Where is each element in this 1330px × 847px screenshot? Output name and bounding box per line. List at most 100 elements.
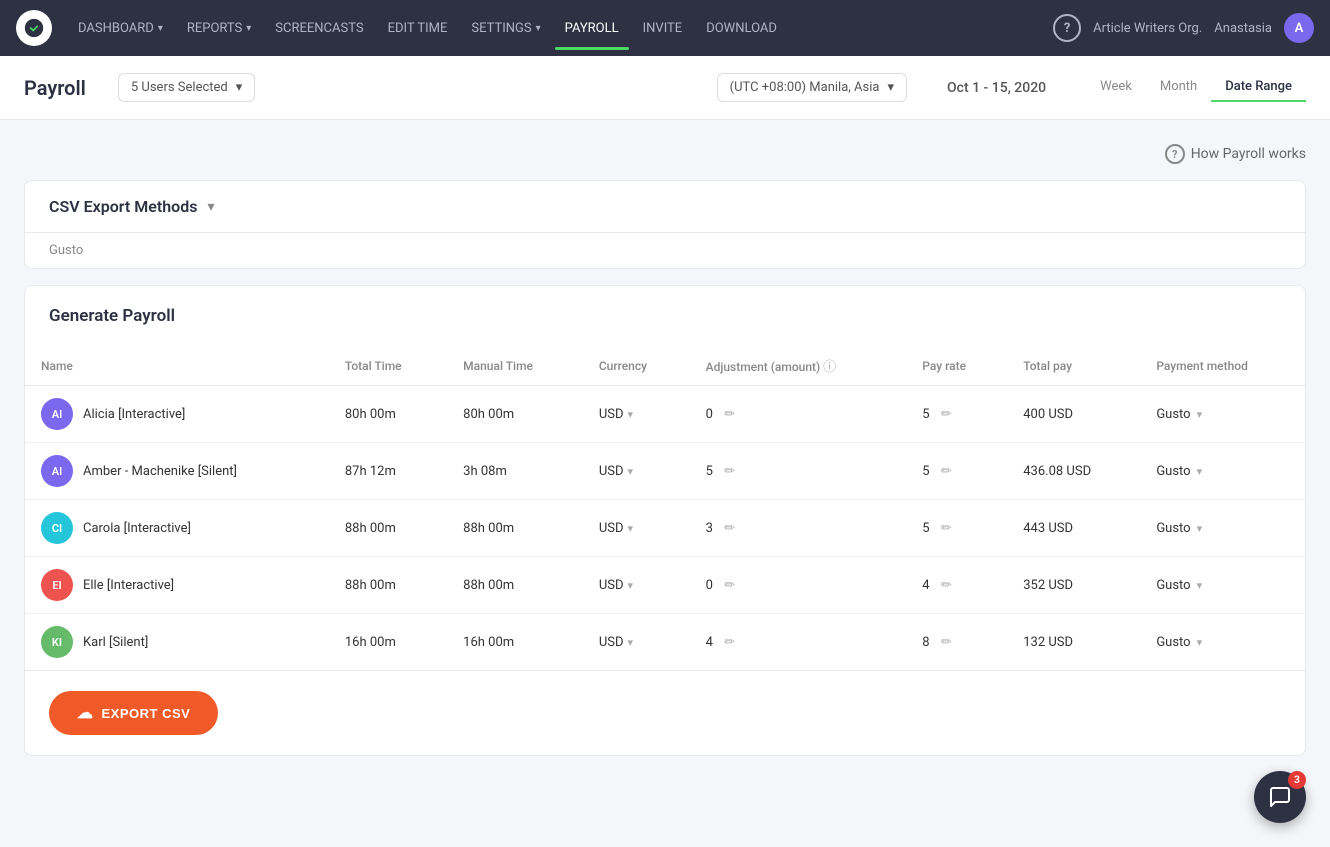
edit-icon[interactable]: ✏: [724, 635, 735, 650]
nav-item-download[interactable]: DOWNLOAD: [696, 15, 787, 42]
chevron-down-icon: ▾: [536, 23, 541, 34]
nav-item-screencasts[interactable]: SCREENCASTS: [265, 15, 373, 42]
nav-item-reports[interactable]: REPORTS ▾: [177, 15, 261, 42]
avatar: CI: [41, 512, 73, 544]
edit-icon[interactable]: ✏: [941, 578, 952, 593]
avatar: KI: [41, 626, 73, 658]
export-section: ☁ EXPORT CSV: [25, 670, 1305, 755]
csv-export-card: CSV Export Methods ▾ Gusto: [24, 180, 1306, 269]
chevron-down-icon: ▾: [1197, 522, 1203, 535]
col-manual-time: Manual Time: [447, 346, 583, 386]
avatar: EI: [41, 569, 73, 601]
chevron-down-icon: ▾: [628, 465, 634, 478]
user-cell-3: EI Elle [Interactive]: [25, 557, 329, 614]
nav-item-invite[interactable]: INVITE: [633, 15, 693, 42]
currency-cell-3[interactable]: USD ▾: [583, 557, 690, 614]
payment-method-cell-1[interactable]: Gusto ▾: [1140, 443, 1305, 500]
manual-time-0: 80h 00m: [447, 386, 583, 443]
csv-export-title: CSV Export Methods: [49, 197, 197, 216]
col-name: Name: [25, 346, 329, 386]
pay-rate-cell-4: 8 ✏: [906, 614, 1007, 671]
how-payroll-label: How Payroll works: [1191, 146, 1306, 162]
currency-cell-4[interactable]: USD ▾: [583, 614, 690, 671]
edit-icon[interactable]: ✏: [724, 521, 735, 536]
adjustment-cell-1: 5 ✏: [690, 443, 907, 500]
total-pay-3: 352 USD: [1007, 557, 1140, 614]
how-payroll-link[interactable]: ? How Payroll works: [1165, 144, 1306, 164]
user-name: Elle [Interactive]: [83, 578, 174, 593]
avatar: AI: [41, 398, 73, 430]
logo[interactable]: [16, 10, 52, 46]
user-cell-0: AI Alicia [Interactive]: [25, 386, 329, 443]
pay-rate-cell-1: 5 ✏: [906, 443, 1007, 500]
edit-icon[interactable]: ✏: [724, 407, 735, 422]
chevron-down-icon: ▾: [628, 408, 634, 421]
nav-item-settings[interactable]: SETTINGS ▾: [461, 15, 550, 42]
chevron-down-icon: ▾: [628, 522, 634, 535]
total-time-1: 87h 12m: [329, 443, 447, 500]
edit-icon[interactable]: ✏: [724, 464, 735, 479]
users-selected-dropdown[interactable]: 5 Users Selected ▾: [118, 73, 255, 102]
col-pay-rate: Pay rate: [906, 346, 1007, 386]
avatar[interactable]: A: [1284, 13, 1314, 43]
user-cell-4: KI Karl [Silent]: [25, 614, 329, 671]
timezone-dropdown[interactable]: (UTC +08:00) Manila, Asia ▾: [717, 73, 907, 102]
payment-method-cell-2[interactable]: Gusto ▾: [1140, 500, 1305, 557]
payment-method-cell-4[interactable]: Gusto ▾: [1140, 614, 1305, 671]
nav-item-payroll[interactable]: PAYROLL: [555, 15, 629, 42]
pay-rate-cell-3: 4 ✏: [906, 557, 1007, 614]
user-name: Karl [Silent]: [83, 635, 148, 650]
timezone-label: (UTC +08:00) Manila, Asia: [730, 80, 880, 95]
user-name: Carola [Interactive]: [83, 521, 191, 536]
edit-icon[interactable]: ✏: [941, 407, 952, 422]
user-name: Anastasia: [1214, 21, 1272, 36]
edit-icon[interactable]: ✏: [724, 578, 735, 593]
nav-item-edit-time[interactable]: EDIT TIME: [378, 15, 458, 42]
manual-time-1: 3h 08m: [447, 443, 583, 500]
chevron-down-icon: ▾: [158, 23, 163, 34]
nav-item-dashboard[interactable]: DASHBOARD ▾: [68, 15, 173, 42]
generate-payroll-card: Generate Payroll Name Total Time Manual …: [24, 285, 1306, 756]
pay-rate-cell-0: 5 ✏: [906, 386, 1007, 443]
chevron-down-icon: ▾: [246, 23, 251, 34]
chat-bubble[interactable]: 3: [1254, 771, 1306, 823]
currency-cell-0[interactable]: USD ▾: [583, 386, 690, 443]
generate-payroll-title: Generate Payroll: [25, 286, 1305, 346]
chevron-down-icon: ▾: [628, 579, 634, 592]
edit-icon[interactable]: ✏: [941, 464, 952, 479]
table-row: AI Amber - Machenike [Silent] 87h 12m 3h…: [25, 443, 1305, 500]
table-row: CI Carola [Interactive] 88h 00m 88h 00m …: [25, 500, 1305, 557]
help-button[interactable]: ?: [1053, 14, 1081, 42]
tab-week[interactable]: Week: [1086, 73, 1146, 102]
payroll-table: Name Total Time Manual Time Currency Adj…: [25, 346, 1305, 670]
chevron-down-icon: ▾: [1197, 408, 1203, 421]
org-name: Article Writers Org.: [1093, 21, 1202, 36]
total-time-0: 80h 00m: [329, 386, 447, 443]
tab-month[interactable]: Month: [1146, 73, 1211, 102]
total-pay-4: 132 USD: [1007, 614, 1140, 671]
export-csv-button[interactable]: ☁ EXPORT CSV: [49, 691, 218, 735]
payment-method-cell-0[interactable]: Gusto ▾: [1140, 386, 1305, 443]
edit-icon[interactable]: ✏: [941, 635, 952, 650]
chevron-down-icon: ▾: [887, 80, 894, 95]
edit-icon[interactable]: ✏: [941, 521, 952, 536]
currency-cell-2[interactable]: USD ▾: [583, 500, 690, 557]
total-pay-0: 400 USD: [1007, 386, 1140, 443]
tab-date-range[interactable]: Date Range: [1211, 73, 1306, 102]
total-time-4: 16h 00m: [329, 614, 447, 671]
payment-method-cell-3[interactable]: Gusto ▾: [1140, 557, 1305, 614]
adjustment-cell-3: 0 ✏: [690, 557, 907, 614]
chevron-down-icon[interactable]: ▾: [207, 199, 214, 215]
user-name: Alicia [Interactive]: [83, 407, 185, 422]
chat-badge: 3: [1288, 771, 1306, 789]
total-pay-2: 443 USD: [1007, 500, 1140, 557]
nav-right: ? Article Writers Org. Anastasia A: [1053, 13, 1314, 43]
currency-cell-1[interactable]: USD ▾: [583, 443, 690, 500]
chevron-down-icon: ▾: [628, 636, 634, 649]
page-title: Payroll: [24, 76, 86, 100]
users-selected-label: 5 Users Selected: [131, 80, 228, 95]
col-adjustment: Adjustment (amount) ⓘ: [690, 346, 907, 386]
adjustment-cell-2: 3 ✏: [690, 500, 907, 557]
table-row: KI Karl [Silent] 16h 00m 16h 00m USD ▾ 4…: [25, 614, 1305, 671]
manual-time-3: 88h 00m: [447, 557, 583, 614]
